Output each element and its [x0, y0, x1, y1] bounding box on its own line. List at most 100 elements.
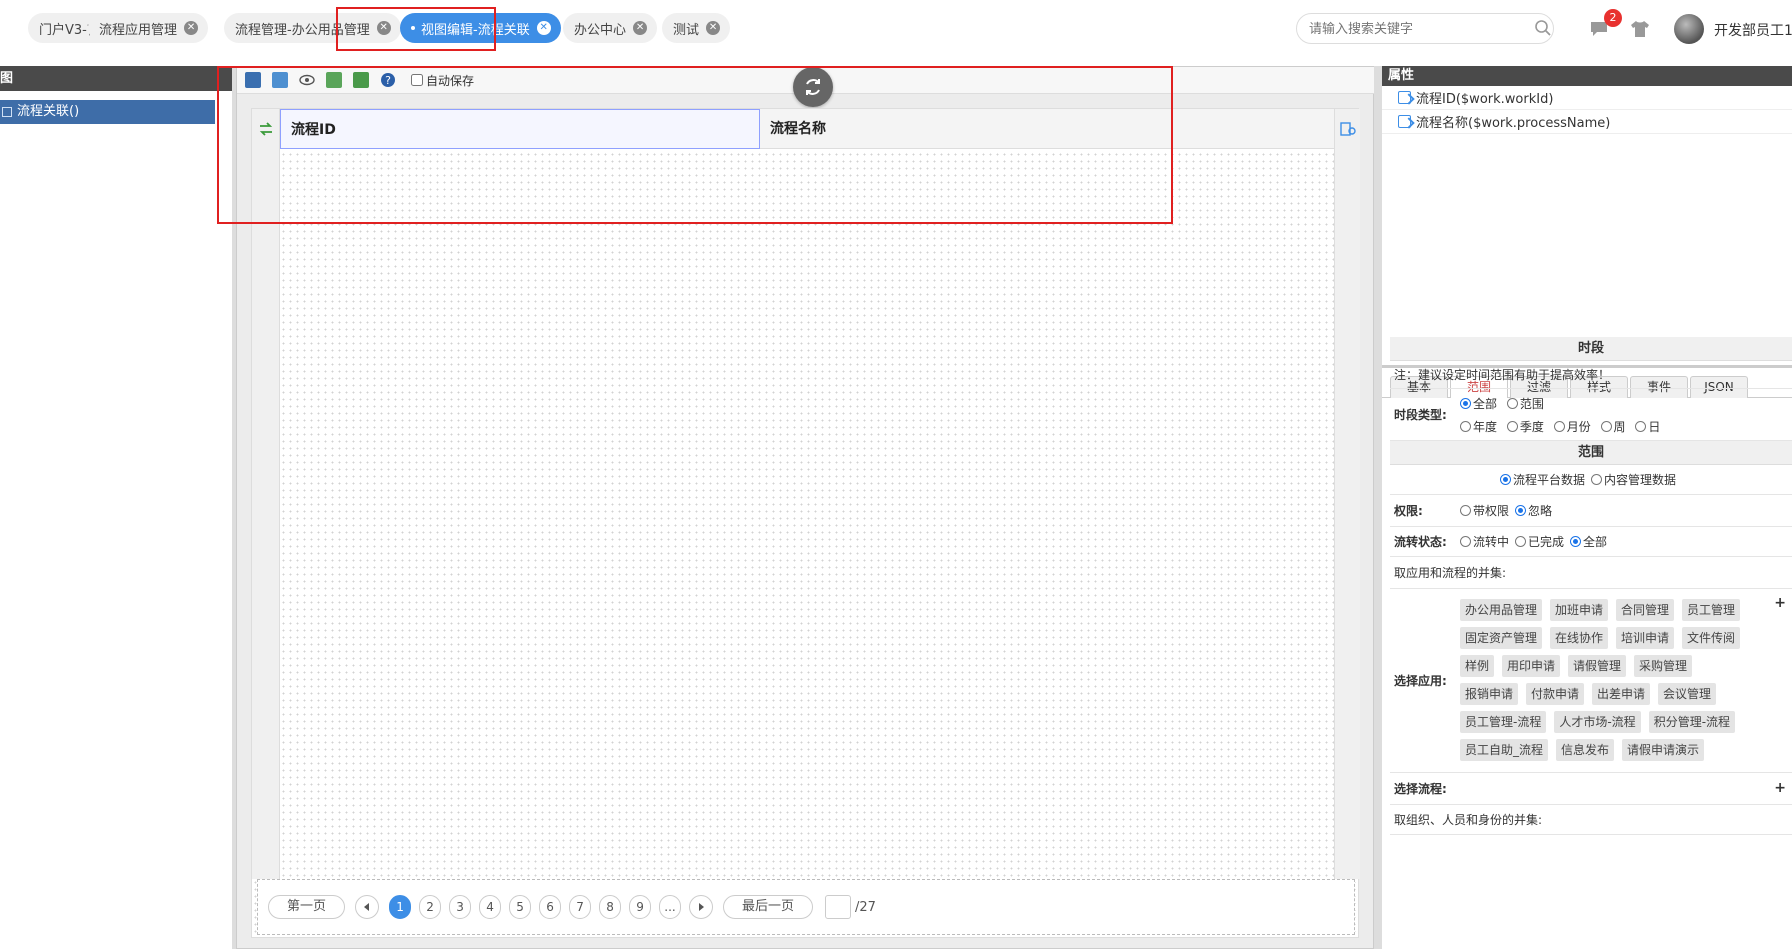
radio-unchecked-icon [1460, 420, 1471, 432]
radio-period-all[interactable]: 全部 [1460, 395, 1497, 412]
search-icon[interactable] [1534, 19, 1552, 37]
tab-test[interactable]: 测试 ✕ [662, 13, 731, 43]
tab-process-office-supplies[interactable]: 流程管理-办公用品管理 ✕ [224, 13, 401, 43]
app-chip[interactable]: 报销申请 [1460, 682, 1519, 705]
next-page-button[interactable] [689, 895, 714, 919]
app-chip[interactable]: 文件传阅 [1682, 626, 1741, 649]
radio-period-month[interactable]: 月份 [1553, 418, 1591, 435]
radio-period-week[interactable]: 周 [1600, 418, 1626, 435]
page-number[interactable]: 4 [479, 895, 502, 919]
app-chip[interactable]: 采购管理 [1634, 654, 1693, 677]
prev-page-button[interactable] [355, 895, 380, 919]
add-app-icon[interactable]: + [1774, 595, 1786, 611]
app-chip[interactable]: 请假管理 [1568, 654, 1627, 677]
radio-scope-content[interactable]: 内容管理数据 [1591, 471, 1676, 488]
column-header-process-id[interactable]: 流程ID [280, 109, 760, 149]
radio-checked-icon [1460, 397, 1471, 409]
close-icon[interactable]: ✕ [706, 21, 721, 35]
period-note-text: 注：建议设定时间范围有助于提高效率！ [1394, 368, 1611, 382]
radio-status-completed[interactable]: 已完成 [1515, 533, 1564, 550]
row-header-strip [252, 109, 280, 879]
close-icon[interactable]: ✕ [184, 21, 199, 35]
import-icon[interactable] [326, 72, 342, 88]
app-chip[interactable]: 培训申请 [1616, 626, 1675, 649]
page-number[interactable]: 9 [629, 895, 652, 919]
app-chip[interactable]: 员工管理-流程 [1460, 710, 1547, 733]
help-icon[interactable]: ? [380, 72, 396, 88]
page-number[interactable]: 3 [449, 895, 472, 919]
tree-item-process-link[interactable]: 流程关联() [0, 100, 215, 124]
page-number[interactable]: 5 [509, 895, 532, 919]
app-chip[interactable]: 出差申请 [1592, 682, 1651, 705]
radio-scope-process[interactable]: 流程平台数据 [1499, 471, 1585, 488]
app-chip[interactable]: 积分管理-流程 [1648, 710, 1736, 733]
radio-label: 季度 [1519, 419, 1544, 434]
app-chip[interactable]: 员工管理 [1682, 598, 1741, 621]
tab-view-edit-process[interactable]: 视图编辑-流程关联 ✕ [400, 13, 561, 43]
app-chip[interactable]: 员工自助_流程 [1460, 738, 1549, 761]
last-page-button[interactable]: 最后一页 [723, 895, 814, 919]
tab-process-app-manage[interactable]: 流程应用管理 ✕ [88, 13, 209, 43]
app-chip[interactable]: 人才市场-流程 [1554, 710, 1641, 733]
properties-list: 流程ID($work.workId) 流程名称($work.processNam… [1382, 86, 1792, 368]
radio-status-all[interactable]: 全部 [1570, 533, 1607, 550]
app-chip[interactable]: 样例 [1460, 654, 1495, 677]
app-chip[interactable]: 固定资产管理 [1460, 626, 1543, 649]
page-number[interactable]: 1 [389, 895, 412, 919]
close-icon[interactable]: ✕ [376, 21, 391, 35]
right-splitter[interactable] [1374, 66, 1382, 949]
properties-title: 属性 [1382, 66, 1792, 86]
app-chip[interactable]: 用印申请 [1502, 654, 1561, 677]
page-ellipsis[interactable]: ... [659, 895, 682, 919]
period-note: 注：建议设定时间范围有助于提高效率！ [1390, 361, 1792, 389]
radio-ignore-permission[interactable]: 忽略 [1515, 502, 1552, 519]
radio-status-in-progress[interactable]: 流转中 [1460, 533, 1509, 550]
first-page-button[interactable]: 第一页 [268, 895, 346, 919]
app-chip[interactable]: 在线协作 [1550, 626, 1609, 649]
preview-eye-icon[interactable] [299, 72, 315, 88]
window-icon[interactable] [272, 72, 288, 88]
autosave-checkbox[interactable]: 自动保存 [411, 72, 474, 89]
add-process-icon[interactable]: + [1774, 780, 1786, 796]
radio-unchecked-icon [1600, 420, 1612, 432]
swap-arrows-icon[interactable] [259, 122, 273, 136]
app-chip[interactable]: 办公用品管理 [1460, 598, 1543, 621]
export-icon[interactable] [353, 72, 369, 88]
svg-text:?: ? [385, 74, 391, 87]
tab-office-center[interactable]: 办公中心 ✕ [563, 13, 658, 43]
app-chip[interactable]: 合同管理 [1616, 598, 1675, 621]
add-column-icon[interactable] [1340, 121, 1356, 137]
avatar[interactable] [1674, 14, 1704, 44]
save-icon[interactable] [245, 72, 261, 88]
radio-period-year[interactable]: 年度 [1460, 418, 1497, 435]
radio-period-day[interactable]: 日 [1635, 418, 1660, 435]
app-chip[interactable]: 付款申请 [1526, 682, 1585, 705]
page-number[interactable]: 6 [539, 895, 562, 919]
radio-period-quarter[interactable]: 季度 [1506, 418, 1544, 435]
radio-unchecked-icon [1591, 474, 1602, 485]
page-jump-input[interactable] [825, 895, 852, 919]
page-number[interactable]: 7 [569, 895, 592, 919]
radio-label: 全部 [1583, 535, 1608, 549]
page-number[interactable]: 2 [419, 895, 442, 919]
refresh-button[interactable] [793, 67, 833, 107]
property-item[interactable]: 流程ID($work.workId) [1382, 86, 1792, 110]
column-header-process-name[interactable]: 流程名称 [760, 109, 1334, 149]
autosave-check[interactable] [411, 74, 423, 86]
page-number[interactable]: 8 [599, 895, 622, 919]
pagination: 第一页 1 2 3 4 5 6 7 8 9 ... 最后一页 /27 [257, 879, 1355, 935]
radio-with-permission[interactable]: 带权限 [1460, 502, 1509, 519]
app-chip[interactable]: 加班申请 [1550, 598, 1609, 621]
design-canvas[interactable]: 流程ID 流程名称 第一页 1 2 3 4 5 6 7 8 9 ... 最后一页… [251, 108, 1360, 938]
app-chip[interactable]: 请假申请演示 [1622, 738, 1705, 761]
close-icon[interactable]: ✕ [633, 21, 648, 35]
close-icon[interactable]: ✕ [536, 21, 551, 35]
search-input[interactable] [1296, 13, 1554, 44]
app-chip[interactable]: 会议管理 [1658, 682, 1717, 705]
app-chip[interactable]: 信息发布 [1556, 738, 1615, 761]
shirt-icon[interactable] [1630, 19, 1650, 39]
radio-period-range[interactable]: 范围 [1506, 395, 1544, 412]
grid-header: 流程ID 流程名称 [280, 109, 1334, 149]
property-item[interactable]: 流程名称($work.processName) [1382, 110, 1792, 134]
username[interactable]: 开发部员工1 [1714, 20, 1792, 40]
